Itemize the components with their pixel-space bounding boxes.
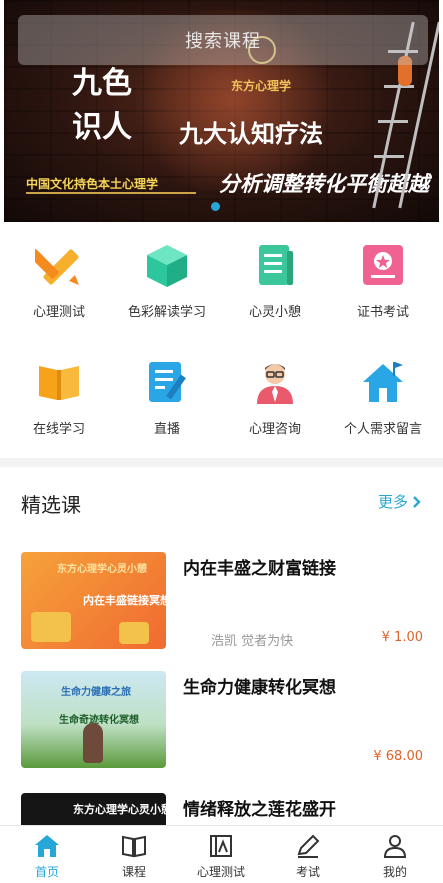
grid-label: 个人需求留言 bbox=[343, 422, 422, 437]
tab-label: 课程 bbox=[121, 865, 146, 879]
grid-item-live[interactable]: 直播 bbox=[112, 358, 222, 458]
thumb-top-text: 东方心理学心灵小憩 bbox=[57, 564, 147, 575]
grid-label: 在线学习 bbox=[32, 422, 85, 437]
tab-courses[interactable]: 课程 bbox=[94, 834, 174, 880]
course-title: 生命力健康转化冥想 bbox=[183, 678, 336, 698]
thumb-caption: 内在丰盛链接冥想 bbox=[83, 594, 166, 607]
edit-document-icon bbox=[149, 362, 186, 402]
ruler-pencil-icon bbox=[35, 249, 79, 285]
banner-title-line2: 识人 bbox=[72, 110, 132, 145]
test-icon bbox=[210, 835, 232, 857]
course-thumbnail: 生命力健康之旅 生命奇迹转化冥想 bbox=[21, 671, 166, 768]
carousel-indicator[interactable] bbox=[211, 202, 220, 211]
notebook-icon bbox=[259, 245, 293, 285]
tab-label: 心理测试 bbox=[196, 865, 245, 879]
grid-label: 心理测试 bbox=[32, 305, 85, 320]
search-placeholder: 搜索课程 bbox=[185, 31, 261, 52]
thumb-caption: 生命奇迹转化冥想 bbox=[59, 715, 139, 726]
grid-label: 色彩解读学习 bbox=[127, 305, 206, 320]
open-book-icon bbox=[39, 366, 79, 400]
more-label: 更多 bbox=[377, 493, 408, 511]
banner-tagline: 中国文化持色本土心理学 bbox=[26, 177, 159, 191]
grid-label: 心灵小憩 bbox=[248, 305, 301, 320]
tab-exam[interactable]: 考试 bbox=[268, 834, 348, 880]
grid-item-personal-message[interactable]: 个人需求留言 bbox=[328, 358, 438, 458]
section-divider bbox=[0, 458, 443, 467]
course-thumbnail: 东方心理学心灵小憩 内在丰盛链接冥想 bbox=[21, 552, 166, 649]
tab-label: 我的 bbox=[382, 865, 407, 879]
thumb-top-text: 生命力健康之旅 bbox=[61, 687, 131, 698]
search-bar[interactable]: 搜索课程 bbox=[18, 15, 428, 65]
tab-profile[interactable]: 我的 bbox=[355, 834, 435, 880]
home-flag-icon bbox=[363, 362, 403, 402]
course-title: 内在丰盛之财富链接 bbox=[183, 559, 336, 579]
more-link[interactable]: 更多 bbox=[378, 491, 421, 512]
grid-item-certificate-exam[interactable]: 证书考试 bbox=[328, 241, 438, 341]
book-icon bbox=[122, 835, 146, 858]
user-icon bbox=[383, 835, 407, 858]
grid-item-color-learning[interactable]: 色彩解读学习 bbox=[112, 241, 222, 341]
pencil-icon bbox=[297, 834, 320, 858]
course-title: 情绪释放之莲花盛开 bbox=[183, 800, 336, 820]
tab-label: 考试 bbox=[295, 865, 320, 879]
tab-label: 首页 bbox=[34, 865, 59, 879]
section-title: 精选课 bbox=[21, 493, 81, 517]
banner-subtitle: 九大认知疗法 bbox=[179, 120, 323, 148]
banner-brand: 东方心理学 bbox=[231, 79, 292, 93]
feature-grid: 心理测试 色彩解读学习 心灵小憩 证书考试 在线学习 直播 心理咨询 个人需求留… bbox=[0, 222, 443, 460]
course-item[interactable]: 生命力健康之旅 生命奇迹转化冥想 生命力健康转化冥想 ¥ 68.00 bbox=[21, 671, 423, 771]
chevron-right-icon bbox=[413, 495, 421, 508]
certificate-icon bbox=[363, 245, 403, 285]
course-price: ¥ 68.00 bbox=[373, 749, 423, 764]
bottom-tab-bar: 首页 课程 心理测试 考试 我的 bbox=[0, 825, 443, 883]
course-item[interactable]: 东方心理学心灵小憩 内在丰盛链接冥想 内在丰盛之财富链接 浩凯 觉者为快 ¥ 1… bbox=[21, 552, 423, 652]
grid-label: 心理咨询 bbox=[248, 422, 301, 437]
grid-item-mind-rest[interactable]: 心灵小憩 bbox=[220, 241, 330, 341]
counselor-icon bbox=[257, 364, 293, 404]
grid-item-psych-test[interactable]: 心理测试 bbox=[4, 241, 114, 341]
hero-banner[interactable]: 东方心理学 九色 识人 九大认知疗法 中国文化持色本土心理学 分析调整转化平衡超… bbox=[4, 0, 439, 222]
thumb-top-text: 东方心理学心灵小憩 bbox=[73, 803, 166, 816]
grid-item-counseling[interactable]: 心理咨询 bbox=[220, 358, 330, 458]
course-price: ¥ 1.00 bbox=[381, 630, 423, 645]
grid-label: 证书考试 bbox=[356, 305, 409, 320]
course-author: 浩凯 觉者为快 bbox=[211, 634, 294, 649]
banner-divider bbox=[26, 192, 196, 194]
grid-item-online-learning[interactable]: 在线学习 bbox=[4, 358, 114, 458]
tab-home[interactable]: 首页 bbox=[7, 834, 87, 880]
cube-icon bbox=[147, 245, 187, 287]
grid-label: 直播 bbox=[153, 422, 180, 437]
tab-psych-test[interactable]: 心理测试 bbox=[181, 834, 261, 880]
home-icon bbox=[35, 835, 59, 857]
